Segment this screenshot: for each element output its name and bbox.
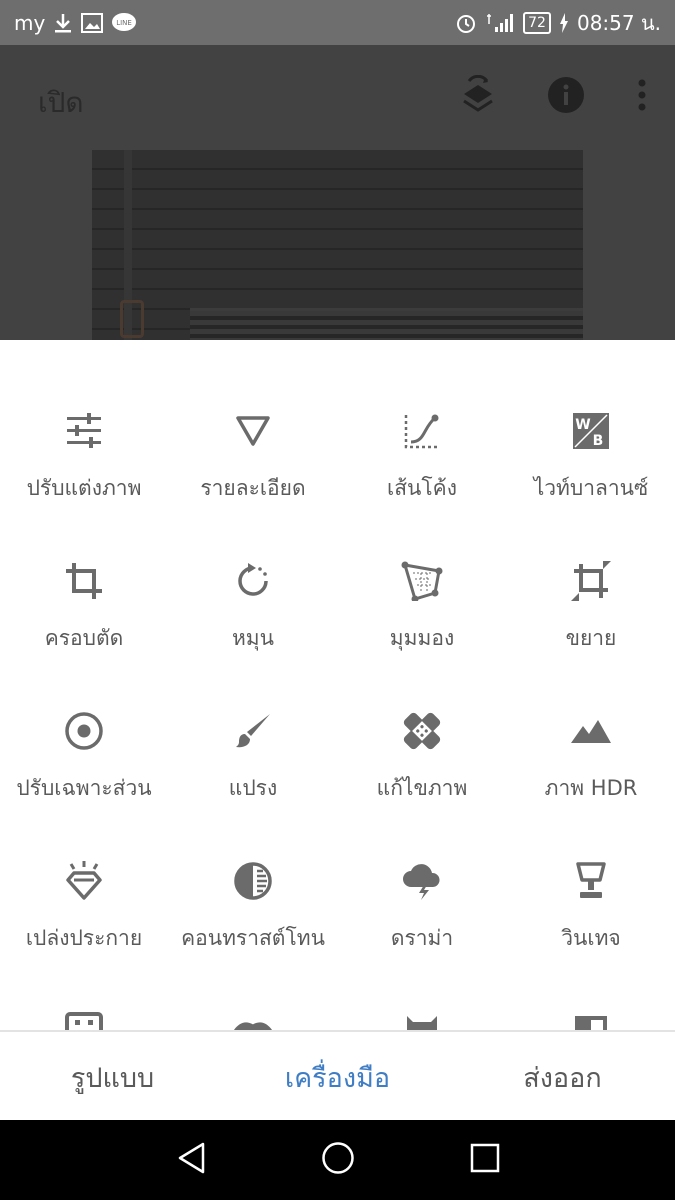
status-bar: my LINE 72 08:57 น.	[0, 0, 675, 45]
crop-icon	[63, 560, 105, 602]
tab-styles[interactable]: รูปแบบ	[0, 1054, 225, 1099]
more-vert-icon[interactable]	[637, 78, 647, 116]
tool-curves[interactable]: เส้นโค้ง	[338, 410, 506, 502]
tool-expand[interactable]: ขยาย	[507, 560, 675, 652]
tool-label: ปรับแต่งภาพ	[26, 476, 142, 500]
tool-label: แปรง	[228, 776, 278, 800]
curves-icon	[401, 410, 443, 452]
tool-label: เปล่งประกาย	[25, 926, 143, 950]
perspective-icon	[401, 560, 443, 602]
tool-label: ไวท์บาลานซ์	[533, 476, 649, 500]
tool-partial-row-item[interactable]	[0, 1010, 168, 1030]
photo-preview	[92, 150, 583, 340]
signal-icon	[485, 12, 515, 34]
brush-icon	[232, 710, 274, 752]
drama-cloud-icon	[401, 860, 443, 902]
details-triangle-icon	[232, 410, 274, 452]
tool-healing[interactable]: แก้ไขภาพ	[338, 710, 506, 802]
glamour-glow-icon	[63, 860, 105, 902]
noir-icon	[401, 1010, 443, 1030]
tool-label: มุมมอง	[389, 626, 455, 650]
tab-export[interactable]: ส่งออก	[450, 1054, 675, 1099]
tool-label: รายละเอียด	[200, 476, 306, 500]
tune-sliders-icon	[63, 410, 105, 452]
hdr-mountain-icon	[570, 710, 612, 752]
tool-label: ภาพ HDR	[544, 776, 638, 800]
battery-indicator: 72	[523, 11, 551, 34]
tool-tonal-contrast[interactable]: คอนทราสต์โทน	[169, 860, 337, 952]
download-icon	[53, 12, 73, 34]
white-balance-icon: WB	[570, 410, 612, 452]
tool-crop[interactable]: ครอบตัด	[0, 560, 168, 652]
back-icon[interactable]	[176, 1141, 206, 1179]
tool-partial-row-item[interactable]	[169, 1010, 337, 1030]
tool-partial-row-item[interactable]	[507, 1010, 675, 1030]
open-button[interactable]: เปิด	[38, 81, 84, 125]
tool-drama[interactable]: ดราม่า	[338, 860, 506, 952]
tool-details[interactable]: รายละเอียด	[169, 410, 337, 502]
vintage-lamp-icon	[570, 860, 612, 902]
tools-sheet: ปรับแต่งภาพ รายละเอียด เส้นโค้ง WB ไวท์บ…	[0, 340, 675, 1030]
svg-text:LINE: LINE	[117, 19, 133, 27]
tool-label: ครอบตัด	[44, 626, 124, 650]
tool-white-balance[interactable]: WB ไวท์บาลานซ์	[507, 410, 675, 502]
tool-tune-image[interactable]: ปรับแต่งภาพ	[0, 410, 168, 502]
tab-tools[interactable]: เครื่องมือ	[225, 1054, 450, 1099]
tool-hdr[interactable]: ภาพ HDR	[507, 710, 675, 802]
tool-label: หมุน	[231, 626, 275, 650]
carrier-label: my	[14, 10, 46, 35]
expand-icon	[570, 560, 612, 602]
tool-label: ดราม่า	[390, 926, 454, 950]
image-alert-icon	[81, 12, 104, 33]
info-icon[interactable]	[547, 76, 585, 118]
tool-brush[interactable]: แปรง	[169, 710, 337, 802]
tonal-contrast-icon	[232, 860, 274, 902]
system-nav-bar	[0, 1120, 675, 1200]
line-icon: LINE	[111, 12, 137, 34]
bottom-tab-bar: รูปแบบ เครื่องมือ ส่งออก	[0, 1030, 675, 1120]
rotate-icon	[232, 560, 274, 602]
tool-label: คอนทราสต์โทน	[181, 926, 325, 950]
grunge-icon	[63, 1010, 105, 1030]
tool-label: ปรับเฉพาะส่วน	[16, 776, 152, 800]
tool-selective[interactable]: ปรับเฉพาะส่วน	[0, 710, 168, 802]
alarm-icon	[455, 12, 477, 34]
layers-icon[interactable]	[461, 74, 495, 119]
tool-label: แก้ไขภาพ	[376, 776, 468, 800]
clock: 08:57 น.	[576, 10, 661, 35]
tool-label: วินเทจ	[561, 926, 621, 950]
frames-icon	[570, 1010, 612, 1030]
svg-text:B: B	[593, 433, 604, 449]
selective-icon	[63, 710, 105, 752]
tool-label: เส้นโค้ง	[387, 476, 457, 500]
recents-icon[interactable]	[470, 1143, 500, 1177]
svg-text:W: W	[575, 417, 590, 433]
tool-glamour-glow[interactable]: เปล่งประกาย	[0, 860, 168, 952]
tool-partial-row-item[interactable]	[338, 1010, 506, 1030]
tool-label: ขยาย	[565, 626, 617, 650]
tool-perspective[interactable]: มุมมอง	[338, 560, 506, 652]
tool-vintage[interactable]: วินเทจ	[507, 860, 675, 952]
tool-rotate[interactable]: หมุน	[169, 560, 337, 652]
mustache-icon	[232, 1010, 274, 1030]
dimmed-editor-background: เปิด	[0, 45, 675, 340]
healing-icon	[401, 710, 443, 752]
home-icon[interactable]	[321, 1141, 355, 1179]
charging-icon	[559, 12, 569, 33]
